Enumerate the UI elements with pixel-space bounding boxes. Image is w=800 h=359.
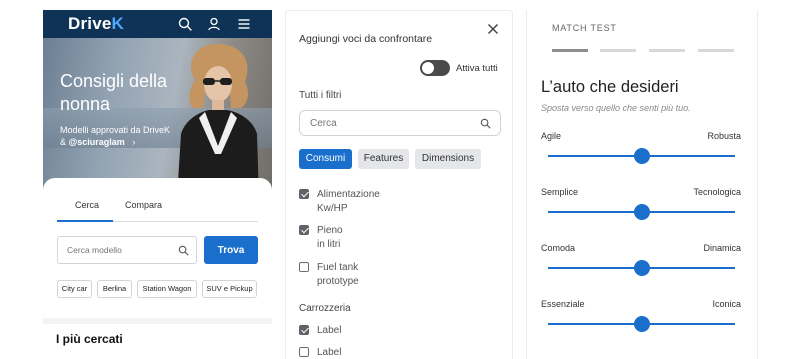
filters-heading: Tutti i filtri (299, 90, 342, 101)
hero-title: Consigli della nonna (60, 71, 168, 114)
slider-right-label: Dinamica (703, 243, 741, 253)
slider-left-label: Agile (541, 131, 562, 141)
item-label: Pieno (317, 225, 343, 236)
checkbox-checked[interactable] (299, 325, 309, 335)
slider-thumb[interactable] (633, 260, 650, 276)
close-icon[interactable] (486, 22, 500, 36)
chip-suv-pickup[interactable]: SUV e Pickup (202, 280, 257, 298)
slider-left-label: Semplice (541, 187, 579, 197)
slider-thumb[interactable] (633, 148, 650, 164)
chevron-right-icon: › (132, 137, 136, 147)
search-tabs: Cerca Compara (57, 200, 258, 222)
item-label: Label (317, 347, 342, 358)
section-divider (43, 318, 272, 324)
chip-city-car[interactable]: City car (57, 280, 92, 298)
tab-features[interactable]: Features (358, 149, 409, 169)
checkbox-unchecked[interactable] (299, 347, 309, 357)
match-test-label: MATCH TEST (552, 23, 617, 33)
match-test-panel: MATCH TEST L’auto che desideri Sposta ve… (526, 10, 758, 359)
hero-subtitle-prefix: & (60, 137, 69, 147)
toggle-knob (422, 62, 434, 74)
search-card: Cerca Compara Trova City car Berlina Sta… (43, 178, 272, 318)
active-tab-indicator (57, 220, 113, 222)
compare-panel: Aggiungi voci da confrontare Attiva tutt… (285, 10, 513, 359)
match-title: L’auto che desideri (541, 78, 679, 96)
filter-search-box (299, 110, 501, 136)
match-subtitle: Sposta verso quello che senti più tuo. (541, 103, 691, 113)
slider-left-label: Comoda (541, 243, 576, 253)
slider-right-label: Iconica (712, 299, 741, 309)
tab-cerca[interactable]: Cerca (75, 200, 99, 210)
toggle-label: Attiva tutti (456, 63, 498, 74)
search-icon[interactable] (480, 118, 491, 129)
step-progress (552, 49, 734, 52)
model-search-input[interactable] (58, 237, 168, 263)
chip-station-wagon[interactable]: Station Wagon (137, 280, 197, 298)
checkbox-checked[interactable] (299, 189, 309, 199)
item-label: Fuel tank (317, 262, 359, 273)
brand-logo[interactable]: DriveK (68, 14, 124, 34)
progress-step (698, 49, 734, 52)
search-icon[interactable] (177, 16, 193, 32)
trova-button[interactable]: Trova (204, 236, 258, 264)
progress-step (552, 49, 588, 52)
tab-dimensions[interactable]: Dimensions (415, 149, 481, 169)
top-bar: DriveK (43, 10, 272, 38)
model-search-box (57, 236, 197, 264)
checkbox-checked[interactable] (299, 225, 309, 235)
checkbox-unchecked[interactable] (299, 262, 309, 272)
slider-right-label: Robusta (707, 131, 741, 141)
hero-banner[interactable]: Consigli della nonna Modelli approvati d… (43, 38, 272, 198)
menu-icon[interactable] (236, 16, 252, 32)
progress-step (649, 49, 685, 52)
item-sublabel: prototype (317, 276, 359, 287)
item-sublabel: Kw/HP (317, 203, 348, 214)
hero-photo (177, 44, 259, 198)
category-chips: City car Berlina Station Wagon SUV e Pic… (57, 280, 262, 298)
panel-title: Aggiungi voci da confrontare (299, 33, 433, 45)
section-carrozzeria: Carrozzeria (299, 303, 351, 314)
activate-all-toggle[interactable] (420, 60, 450, 76)
mobile-app-screen: DriveK Consigli della nonna Modelli appr… (43, 10, 272, 359)
item-label: Alimentazione (317, 189, 380, 200)
search-icon[interactable] (178, 245, 189, 256)
section-title: I più cercati (56, 332, 123, 346)
slider-right-label: Tecnologica (693, 187, 741, 197)
slider-thumb[interactable] (633, 316, 650, 332)
hero-subtitle[interactable]: Modelli approvati da DriveK & @sciuragla… (60, 124, 200, 148)
user-icon[interactable] (206, 16, 222, 32)
item-label: Label (317, 325, 342, 336)
slider-left-label: Essenziale (541, 299, 585, 309)
item-sublabel: in litri (317, 239, 341, 250)
tab-compara[interactable]: Compara (125, 200, 162, 210)
slider-thumb[interactable] (633, 204, 650, 220)
hero-subtitle-line: Modelli approvati da DriveK (60, 125, 171, 135)
tab-consumi[interactable]: Consumi (299, 149, 352, 169)
hero-handle: @sciuraglam (68, 137, 125, 147)
chip-berlina[interactable]: Berlina (97, 280, 132, 298)
filter-search-input[interactable] (300, 111, 470, 135)
progress-step (600, 49, 636, 52)
